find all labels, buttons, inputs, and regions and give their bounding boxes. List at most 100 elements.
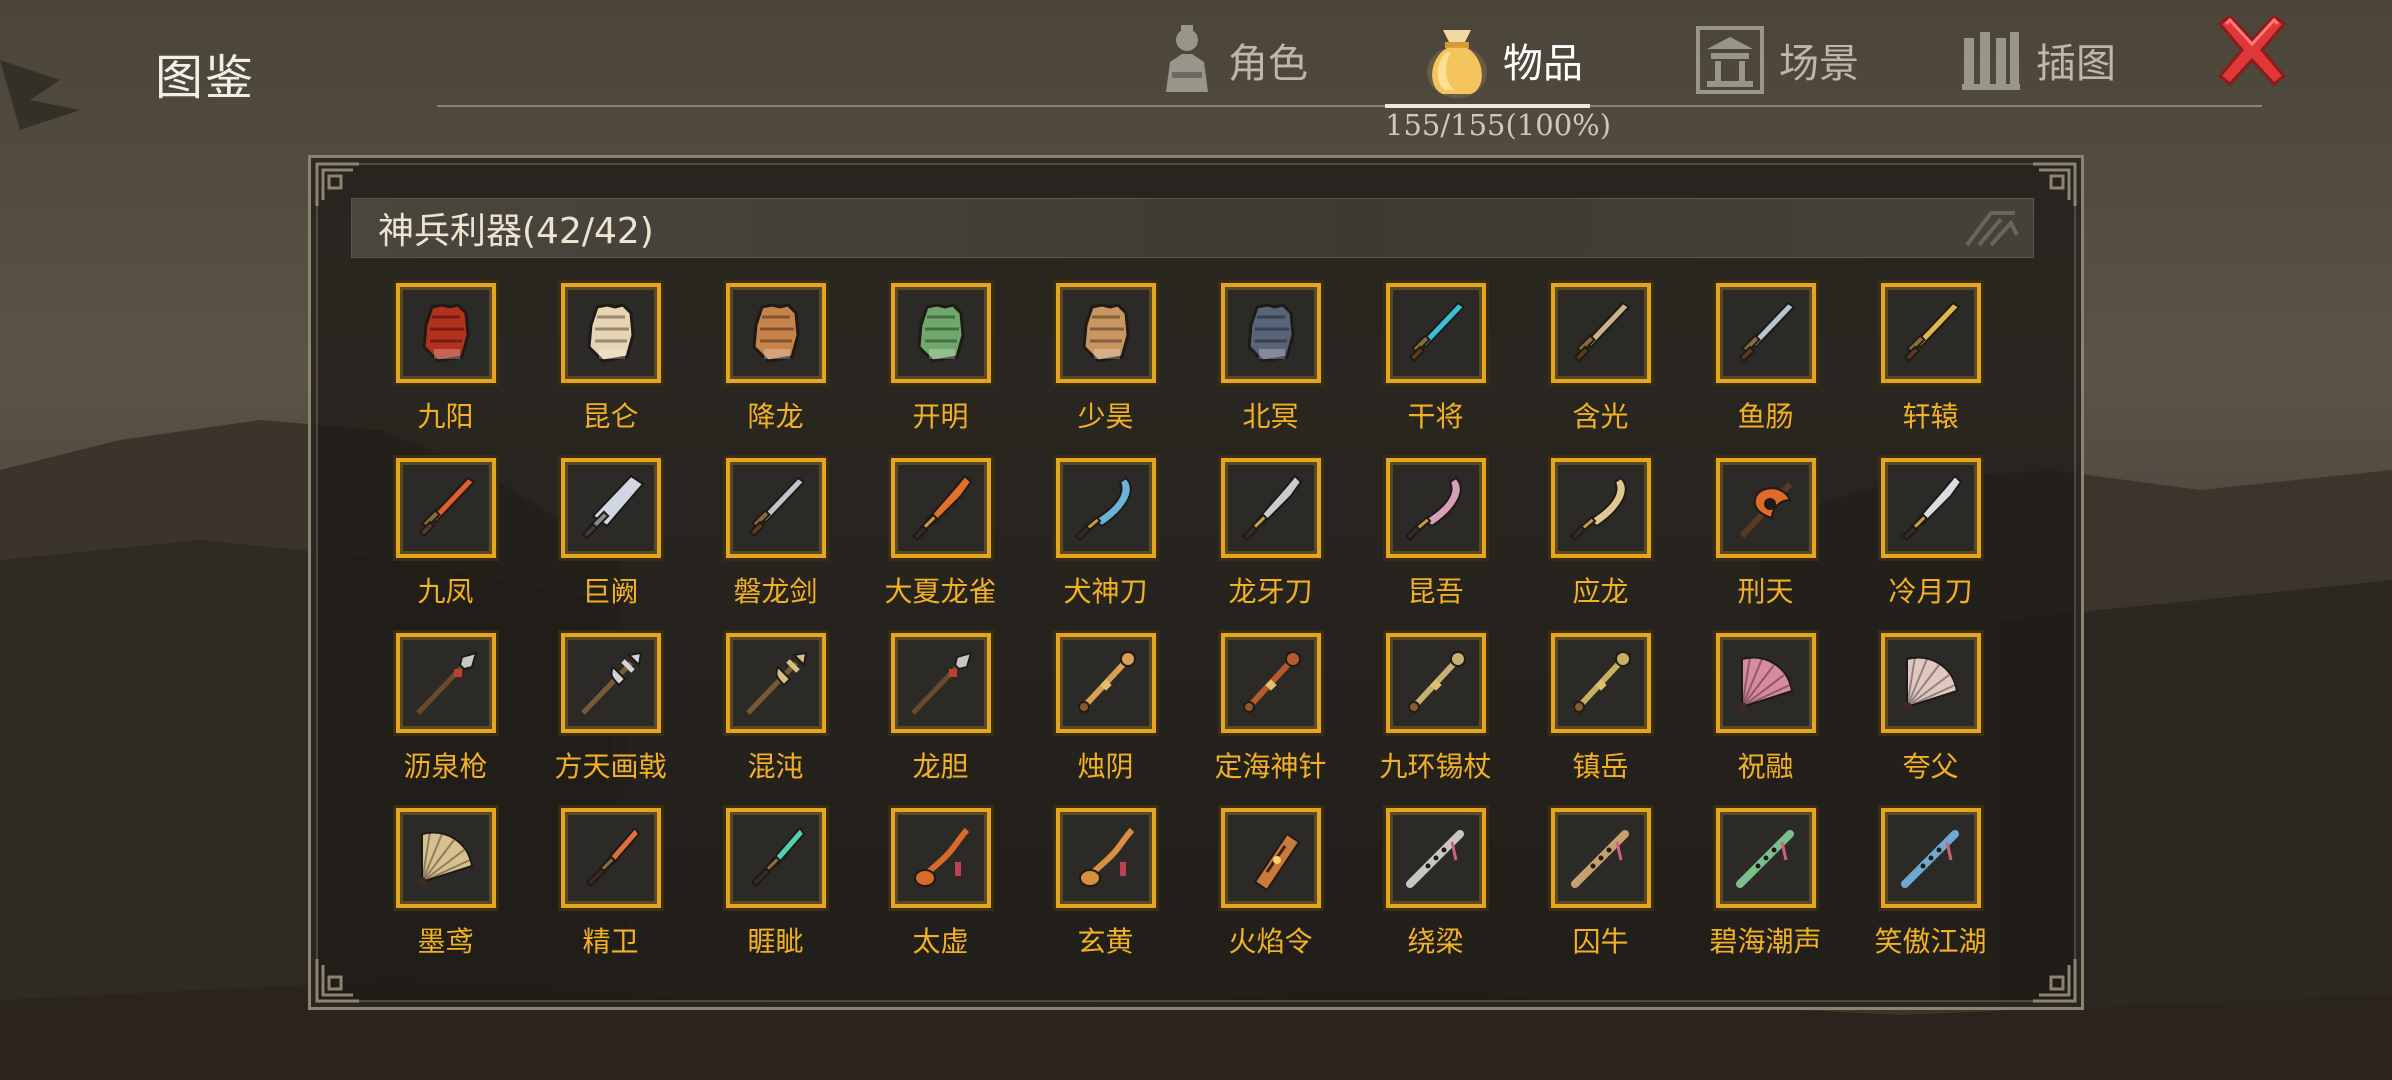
item-cell[interactable]: 昆吾	[1353, 458, 1518, 618]
item-icon-frame[interactable]	[725, 458, 826, 558]
item-cell[interactable]: 太虚	[858, 808, 1023, 968]
item-icon-frame[interactable]	[560, 458, 661, 558]
item-cell[interactable]: 含光	[1518, 283, 1683, 443]
item-cell[interactable]: 犬神刀	[1023, 458, 1188, 618]
blade-icon	[1901, 474, 1962, 542]
item-icon-frame[interactable]	[890, 283, 991, 383]
item-cell[interactable]: 夸父	[1848, 633, 2013, 793]
item-cell[interactable]: 应龙	[1518, 458, 1683, 618]
item-icon-frame[interactable]	[395, 283, 496, 383]
item-name: 碧海潮声	[1709, 925, 1822, 958]
item-icon-frame[interactable]	[395, 458, 496, 558]
item-icon-frame[interactable]	[1055, 633, 1156, 733]
item-cell[interactable]: 精卫	[528, 808, 693, 968]
item-cell[interactable]: 少昊	[1023, 283, 1188, 443]
close-button[interactable]	[2212, 10, 2292, 90]
item-icon-frame[interactable]	[1715, 458, 1816, 558]
item-cell[interactable]: 镇岳	[1518, 633, 1683, 793]
category-title: 神兵利器(42/42)	[378, 211, 654, 252]
item-icon-frame[interactable]	[1715, 808, 1816, 908]
item-icon-frame[interactable]	[890, 808, 991, 908]
item-icon-frame[interactable]	[890, 633, 991, 733]
item-cell[interactable]: 沥泉枪	[363, 633, 528, 793]
item-cell[interactable]: 磐龙剑	[693, 458, 858, 618]
item-icon-frame[interactable]	[1385, 633, 1486, 733]
item-cell[interactable]: 玄黄	[1023, 808, 1188, 968]
item-icon-frame[interactable]	[1550, 808, 1651, 908]
item-cell[interactable]: 烛阴	[1023, 633, 1188, 793]
item-icon-frame[interactable]	[1715, 633, 1816, 733]
item-cell[interactable]: 祝融	[1683, 633, 1848, 793]
item-name: 龙胆	[912, 750, 969, 783]
item-cell[interactable]: 方天画戟	[528, 633, 693, 793]
item-icon-frame[interactable]	[1220, 633, 1321, 733]
tab-characters[interactable]: 角色	[1160, 10, 1308, 110]
item-cell[interactable]: 墨鸢	[363, 808, 528, 968]
item-icon-frame[interactable]	[1880, 458, 1981, 558]
tab-scenes[interactable]: 场景	[1695, 10, 1859, 110]
item-cell[interactable]: 降龙	[693, 283, 858, 443]
item-name: 巨阙	[582, 575, 639, 608]
item-icon-frame[interactable]	[1055, 283, 1156, 383]
close-icon	[2217, 13, 2287, 87]
item-icon-frame[interactable]	[725, 283, 826, 383]
item-name: 轩辕	[1902, 400, 1959, 433]
item-icon-frame[interactable]	[1385, 458, 1486, 558]
item-name: 囚牛	[1572, 925, 1629, 958]
item-cell[interactable]: 龙牙刀	[1188, 458, 1353, 618]
item-icon-frame[interactable]	[1220, 283, 1321, 383]
item-icon-frame[interactable]	[1220, 808, 1321, 908]
item-icon-frame[interactable]	[1385, 283, 1486, 383]
item-cell[interactable]: 冷月刀	[1848, 458, 2013, 618]
item-icon-frame[interactable]	[1550, 458, 1651, 558]
item-cell[interactable]: 干将	[1353, 283, 1518, 443]
item-icon-frame[interactable]	[1880, 808, 1981, 908]
item-icon-frame[interactable]	[395, 633, 496, 733]
item-cell[interactable]: 轩辕	[1848, 283, 2013, 443]
codex-screen: 图鉴 角色 物品 场景 插图 155/155(100%) 神兵利器(42/42)…	[0, 0, 2392, 1080]
item-cell[interactable]: 混沌	[693, 633, 858, 793]
staff-icon	[1077, 651, 1136, 714]
item-cell[interactable]: 鱼肠	[1683, 283, 1848, 443]
axe-icon	[1739, 481, 1792, 539]
item-cell[interactable]: 睚眦	[693, 808, 858, 968]
item-cell[interactable]: 碧海潮声	[1683, 808, 1848, 968]
item-cell[interactable]: 九环锡杖	[1353, 633, 1518, 793]
item-cell[interactable]: 囚牛	[1518, 808, 1683, 968]
item-cell[interactable]: 龙胆	[858, 633, 1023, 793]
item-icon-frame[interactable]	[1220, 458, 1321, 558]
sword-icon	[1903, 301, 1961, 363]
item-cell[interactable]: 笑傲江湖	[1848, 808, 2013, 968]
item-icon-frame[interactable]	[1055, 808, 1156, 908]
item-cell[interactable]: 定海神针	[1188, 633, 1353, 793]
item-cell[interactable]: 九凤	[363, 458, 528, 618]
item-cell[interactable]: 刑天	[1683, 458, 1848, 618]
item-icon-frame[interactable]	[1880, 283, 1981, 383]
item-icon-frame[interactable]	[560, 633, 661, 733]
category-header[interactable]: 神兵利器(42/42)	[351, 198, 2034, 258]
item-name: 鱼肠	[1737, 400, 1794, 433]
item-cell[interactable]: 大夏龙雀	[858, 458, 1023, 618]
item-icon-frame[interactable]	[560, 283, 661, 383]
tab-illustrations[interactable]: 插图	[1960, 10, 2116, 110]
item-cell[interactable]: 九阳	[363, 283, 528, 443]
item-icon-frame[interactable]	[725, 633, 826, 733]
item-cell[interactable]: 绕梁	[1353, 808, 1518, 968]
item-icon-frame[interactable]	[890, 458, 991, 558]
item-cell[interactable]: 巨阙	[528, 458, 693, 618]
item-icon-frame[interactable]	[560, 808, 661, 908]
tab-illustrations-label: 插图	[2036, 41, 2116, 87]
item-icon-frame[interactable]	[1880, 633, 1981, 733]
item-icon-frame[interactable]	[395, 808, 496, 908]
item-cell[interactable]: 开明	[858, 283, 1023, 443]
item-cell[interactable]: 北冥	[1188, 283, 1353, 443]
item-icon-frame[interactable]	[1550, 633, 1651, 733]
item-icon-frame[interactable]	[725, 808, 826, 908]
item-cell[interactable]: 火焰令	[1188, 808, 1353, 968]
item-icon-frame[interactable]	[1550, 283, 1651, 383]
item-icon-frame[interactable]	[1055, 458, 1156, 558]
item-icon-frame[interactable]	[1385, 808, 1486, 908]
item-cell[interactable]: 昆仑	[528, 283, 693, 443]
tab-items[interactable]: 物品	[1425, 10, 1583, 110]
item-icon-frame[interactable]	[1715, 283, 1816, 383]
